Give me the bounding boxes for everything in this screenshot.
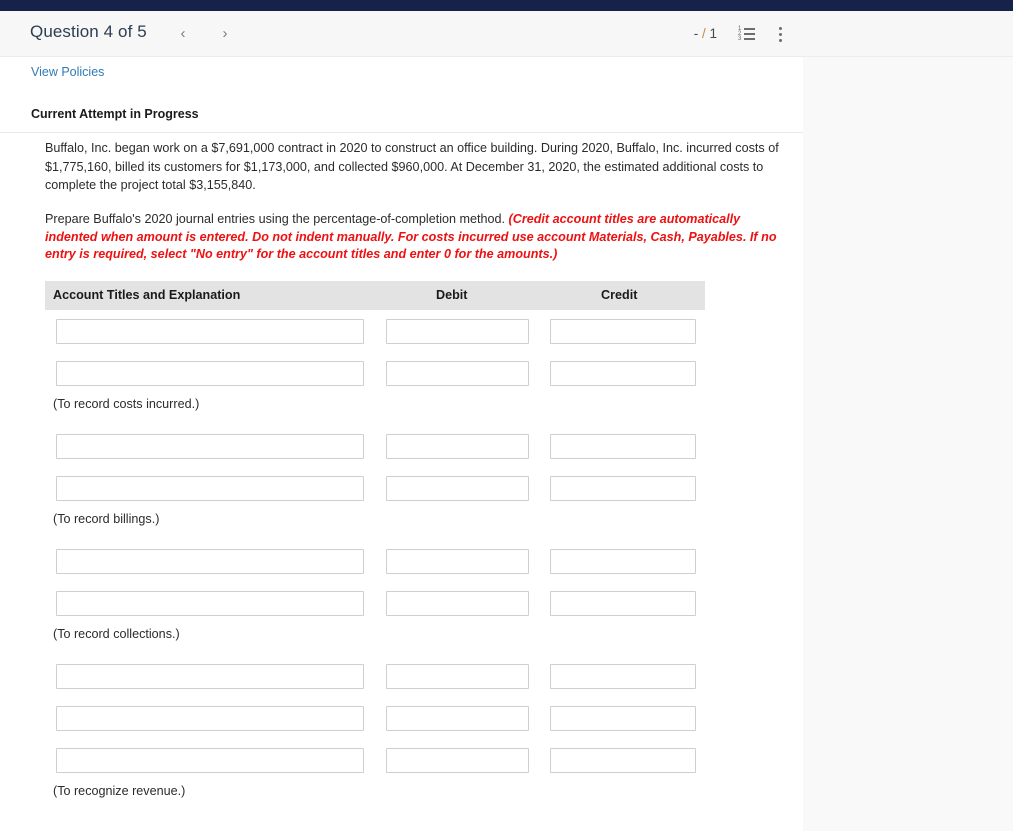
debit-amount-input[interactable] xyxy=(386,361,529,386)
list-line xyxy=(744,28,755,30)
account-title-input[interactable] xyxy=(56,748,364,773)
content-divider xyxy=(0,132,803,133)
credit-amount-input[interactable] xyxy=(550,591,696,616)
previous-question-button[interactable]: ‹ xyxy=(173,24,193,44)
credit-amount-input[interactable] xyxy=(550,664,696,689)
column-header-debit: Debit xyxy=(436,288,468,302)
top-app-bar xyxy=(0,0,1013,11)
menu-dot xyxy=(779,27,782,30)
entry-caption: (To record billings.) xyxy=(53,512,160,526)
column-header-account: Account Titles and Explanation xyxy=(53,288,241,302)
score-earned: - xyxy=(693,26,699,41)
credit-amount-input[interactable] xyxy=(550,748,696,773)
table-row xyxy=(45,467,705,509)
entry-caption: (To record collections.) xyxy=(53,627,180,641)
question-content-panel: View Policies Current Attempt in Progres… xyxy=(0,57,803,831)
credit-amount-input[interactable] xyxy=(550,549,696,574)
table-header-row: Account Titles and Explanation Debit Cre… xyxy=(45,281,705,310)
account-title-input[interactable] xyxy=(56,476,364,501)
debit-amount-input[interactable] xyxy=(386,706,529,731)
next-question-button[interactable]: › xyxy=(215,24,235,44)
debit-amount-input[interactable] xyxy=(386,319,529,344)
debit-amount-input[interactable] xyxy=(386,549,529,574)
question-header: Question 4 of 5 ‹ › - / 1 1 2 3 xyxy=(0,11,1013,57)
menu-dot xyxy=(779,39,782,42)
score-display: - / 1 xyxy=(694,26,717,41)
table-row xyxy=(45,310,705,352)
problem-statement: Buffalo, Inc. began work on a $7,691,000… xyxy=(45,141,779,192)
list-line xyxy=(744,38,755,40)
journal-entry-table: Account Titles and Explanation Debit Cre… xyxy=(45,281,705,812)
credit-amount-input[interactable] xyxy=(550,434,696,459)
account-title-input[interactable] xyxy=(56,434,364,459)
instruction-block: Prepare Buffalo's 2020 journal entries u… xyxy=(45,211,783,264)
credit-amount-input[interactable] xyxy=(550,476,696,501)
table-row xyxy=(45,540,705,582)
account-title-input[interactable] xyxy=(56,664,364,689)
list-number: 3 xyxy=(738,36,742,42)
debit-amount-input[interactable] xyxy=(386,748,529,773)
entry-caption: (To recognize revenue.) xyxy=(53,784,186,798)
account-title-input[interactable] xyxy=(56,361,364,386)
credit-amount-input[interactable] xyxy=(550,361,696,386)
debit-amount-input[interactable] xyxy=(386,591,529,616)
debit-amount-input[interactable] xyxy=(386,664,529,689)
credit-amount-input[interactable] xyxy=(550,319,696,344)
page-title: Question 4 of 5 xyxy=(30,22,147,41)
account-title-input[interactable] xyxy=(56,591,364,616)
view-policies-link[interactable]: View Policies xyxy=(31,65,104,79)
debit-amount-input[interactable] xyxy=(386,476,529,501)
kebab-menu-icon[interactable] xyxy=(773,25,789,43)
table-row xyxy=(45,697,705,739)
score-total: 1 xyxy=(709,26,717,41)
table-row xyxy=(45,352,705,394)
instruction-primary: Prepare Buffalo's 2020 journal entries u… xyxy=(45,212,509,226)
credit-amount-input[interactable] xyxy=(550,706,696,731)
attempt-status-heading: Current Attempt in Progress xyxy=(31,107,199,121)
list-line xyxy=(744,33,755,35)
column-header-credit: Credit xyxy=(601,288,638,302)
account-title-input[interactable] xyxy=(56,706,364,731)
entry-caption: (To record costs incurred.) xyxy=(53,397,200,411)
score-separator: / xyxy=(701,26,706,41)
table-row xyxy=(45,582,705,624)
numbered-list-icon[interactable]: 1 2 3 xyxy=(738,25,756,43)
account-title-input[interactable] xyxy=(56,549,364,574)
debit-amount-input[interactable] xyxy=(386,434,529,459)
table-row xyxy=(45,739,705,781)
menu-dot xyxy=(779,33,782,36)
account-title-input[interactable] xyxy=(56,319,364,344)
table-row xyxy=(45,425,705,467)
table-row xyxy=(45,655,705,697)
